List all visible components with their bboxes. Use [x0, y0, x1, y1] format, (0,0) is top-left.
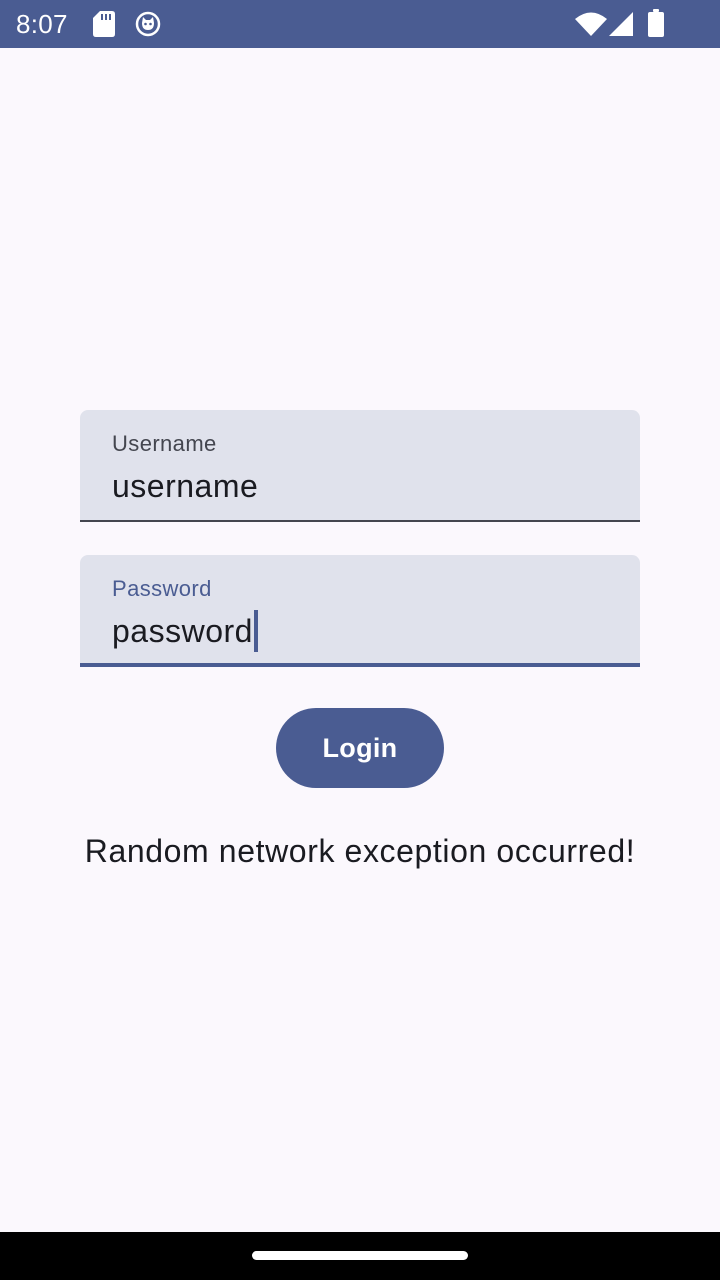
- password-label: Password: [112, 576, 212, 601]
- password-input-value: password: [112, 613, 253, 649]
- wifi-icon: [575, 12, 607, 36]
- cell-signal-icon: [609, 12, 633, 36]
- sd-card-icon: [93, 11, 115, 37]
- login-button[interactable]: Login: [276, 708, 444, 788]
- cat-face-icon: [135, 11, 161, 37]
- password-field[interactable]: Password password: [80, 555, 640, 667]
- navigation-bar: [0, 1232, 720, 1280]
- status-time: 8:07: [16, 9, 68, 39]
- error-message: Random network exception occurred!: [84, 833, 636, 869]
- username-input-value[interactable]: username: [112, 466, 258, 506]
- home-indicator[interactable]: [252, 1251, 468, 1260]
- battery-icon: [648, 9, 664, 37]
- status-bar: 8:07: [0, 0, 720, 48]
- text-cursor: [253, 610, 258, 652]
- username-field[interactable]: Username username: [80, 410, 640, 522]
- password-input[interactable]: password: [112, 610, 258, 653]
- username-label: Username: [112, 431, 217, 456]
